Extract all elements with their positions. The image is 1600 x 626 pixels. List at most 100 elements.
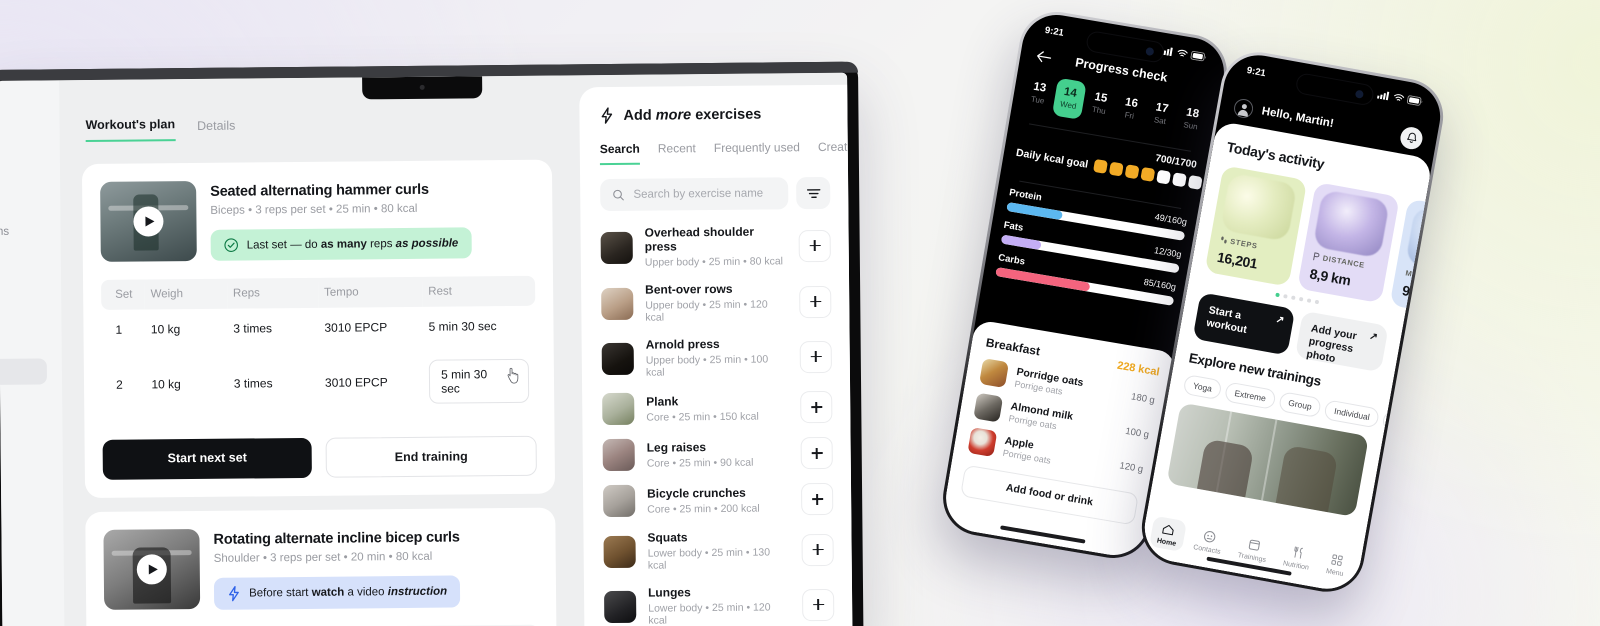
tab-details[interactable]: Details (197, 119, 235, 141)
list-item[interactable]: Bent-over rows Upper body • 25 min • 120… (601, 274, 832, 331)
day-chip[interactable]: 13 Tue (1021, 72, 1056, 114)
activity-card-distance[interactable]: DISTANCE 8,9 km (1297, 181, 1400, 304)
steps-icon (1221, 236, 1227, 244)
search-input[interactable] (633, 187, 777, 201)
table-row: 1 10 kg 3 times 3010 EPCP 5 min 30 sec (101, 306, 535, 350)
add-exercise-button[interactable] (801, 482, 834, 516)
list-item[interactable]: Lunges Lower body • 25 min • 120 kcal (604, 577, 835, 626)
tab-recent[interactable]: Recent (658, 141, 696, 164)
arrow-up-right-icon: ↗ (1274, 314, 1286, 327)
tab-contacts[interactable]: Contacts (1185, 522, 1231, 560)
meal-kcal: 228 kcal (1116, 359, 1161, 379)
sidebar-fragment-3: s (0, 506, 1, 518)
sets-table-1: Set Weigh Reps Tempo Rest 1 10 kg 3 time… (101, 275, 536, 420)
activity-label: MINUTES (1405, 268, 1433, 284)
tab-home[interactable]: Home (1148, 515, 1188, 552)
back-arrow-icon[interactable] (1036, 50, 1053, 64)
activity-label-text: STEPS (1229, 236, 1259, 251)
note-text: Last set — do as many reps as possible (246, 236, 459, 252)
add-exercise-button[interactable] (800, 436, 833, 470)
add-progress-photo-label: Add your progress photo (1305, 322, 1358, 366)
exercise-meta: Lower body • 25 min • 130 kcal (647, 546, 771, 572)
start-next-set-button[interactable]: Start next set (102, 437, 312, 480)
chip-individual[interactable]: Individual (1323, 399, 1381, 429)
chip-extreme[interactable]: Extreme (1223, 381, 1277, 410)
play-icon[interactable] (136, 554, 167, 585)
cell-set: 1 (115, 322, 123, 337)
add-exercise-button[interactable] (799, 285, 832, 318)
end-training-button[interactable]: End training (325, 435, 537, 478)
th-reps: Reps (226, 277, 319, 309)
carousel-dot[interactable] (1306, 298, 1311, 303)
activity-value: 8,9 km (1308, 265, 1352, 289)
macro-value: 85/160g (1142, 276, 1177, 293)
carousel-dot[interactable] (1298, 296, 1304, 302)
list-item[interactable]: Overhead shoulder press Upper body • 25 … (600, 217, 831, 276)
search-icon (613, 189, 624, 201)
plus-icon (810, 296, 821, 307)
tab-frequently-used[interactable]: Frequently used (714, 140, 800, 164)
exercise-name-block: Leg raises Core • 25 min • 90 kcal (647, 439, 789, 470)
carousel-dot[interactable] (1314, 299, 1319, 305)
list-item[interactable]: Bicycle crunches Core • 25 min • 200 kca… (603, 476, 834, 524)
list-item[interactable]: Plank Core • 25 min • 150 kcal (602, 384, 833, 432)
carousel-dot[interactable] (1290, 295, 1296, 300)
tab-label: Menu (1325, 567, 1344, 578)
activity-card-steps[interactable]: STEPS 16,201 (1204, 165, 1308, 287)
exercise-subtitle: Shoulder • 3 reps per set • 20 min • 80 … (213, 550, 433, 565)
notifications-button[interactable] (1398, 125, 1425, 151)
exercise-name-block: Bent-over rows Upper body • 25 min • 120… (645, 281, 787, 324)
day-chip[interactable]: 17 Sat (1144, 93, 1179, 135)
th-set: Set (101, 279, 145, 310)
chip-boxing[interactable]: Boxe (1381, 409, 1422, 437)
bolt-icon (601, 107, 613, 124)
tab-search[interactable]: Search (599, 141, 640, 166)
day-chip[interactable]: 18 Sun (1174, 98, 1209, 140)
exercise-video-thumbnail[interactable] (103, 528, 201, 610)
play-icon[interactable] (133, 206, 164, 237)
laptop-device: l ons s Workout's plan Details (0, 61, 864, 626)
macro-value: 49/160g (1153, 211, 1188, 228)
add-exercise-button[interactable] (801, 533, 834, 566)
chip-group[interactable]: Group (1277, 391, 1323, 419)
exercise-video-thumbnail[interactable] (100, 180, 197, 262)
carousel-dot-active[interactable] (1274, 292, 1280, 298)
exercise-header: Seated alternating hammer curls Biceps •… (100, 178, 535, 262)
cell-weight: 10 kg (151, 377, 181, 392)
add-exercise-button[interactable] (800, 390, 833, 424)
day-chip-active[interactable]: 14 Wed (1051, 77, 1087, 120)
add-progress-photo-button[interactable]: ↗ Add your progress photo (1294, 310, 1389, 373)
status-time: 9:21 (1245, 65, 1267, 80)
search-box[interactable] (600, 177, 789, 212)
cell-reps: 3 times (233, 321, 273, 336)
tab-menu[interactable]: Menu (1318, 546, 1355, 582)
tab-label: Nutrition (1282, 559, 1310, 572)
add-exercise-button[interactable] (798, 229, 831, 262)
exercise-name: Overhead shoulder press (644, 224, 755, 254)
plus-icon (811, 447, 822, 458)
activity-label-text: MINUTES (1404, 268, 1434, 284)
add-exercise-button[interactable] (802, 588, 835, 621)
exercise-name-block: Plank Core • 25 min • 150 kcal (646, 393, 788, 423)
day-chip[interactable]: 15 Thu (1082, 83, 1117, 125)
list-item[interactable]: Squats Lower body • 25 min • 130 kcal (603, 522, 834, 579)
list-item[interactable]: Arnold press Upper body • 25 min • 100 k… (601, 329, 833, 386)
exercise-name: Arnold press (645, 336, 720, 352)
tab-workouts-plan[interactable]: Workout's plan (85, 117, 176, 143)
app-sidebar[interactable]: l ons s (0, 80, 65, 626)
cell-reps: 3 times (233, 376, 273, 391)
start-workout-button[interactable]: ↗ Start a workout (1192, 292, 1296, 356)
sidebar-active-chip[interactable] (0, 358, 48, 386)
carousel-dot[interactable] (1282, 293, 1288, 299)
list-item[interactable]: Leg raises Core • 25 min • 90 kcal (602, 430, 833, 478)
exercise-subtitle: Biceps • 3 reps per set • 25 min • 80 kc… (210, 202, 418, 217)
day-chip[interactable]: 16 Fri (1113, 88, 1148, 130)
exercise-title: Seated alternating hammer curls (210, 181, 429, 200)
tab-create-new[interactable]: Create new (818, 139, 853, 163)
add-exercise-button[interactable] (799, 340, 832, 373)
contacts-icon (1195, 528, 1224, 546)
filter-button[interactable] (796, 176, 831, 210)
food-grams: 180 g (1130, 390, 1156, 406)
chip-yoga[interactable]: Yoga (1182, 373, 1223, 401)
avatar[interactable] (1232, 96, 1255, 119)
